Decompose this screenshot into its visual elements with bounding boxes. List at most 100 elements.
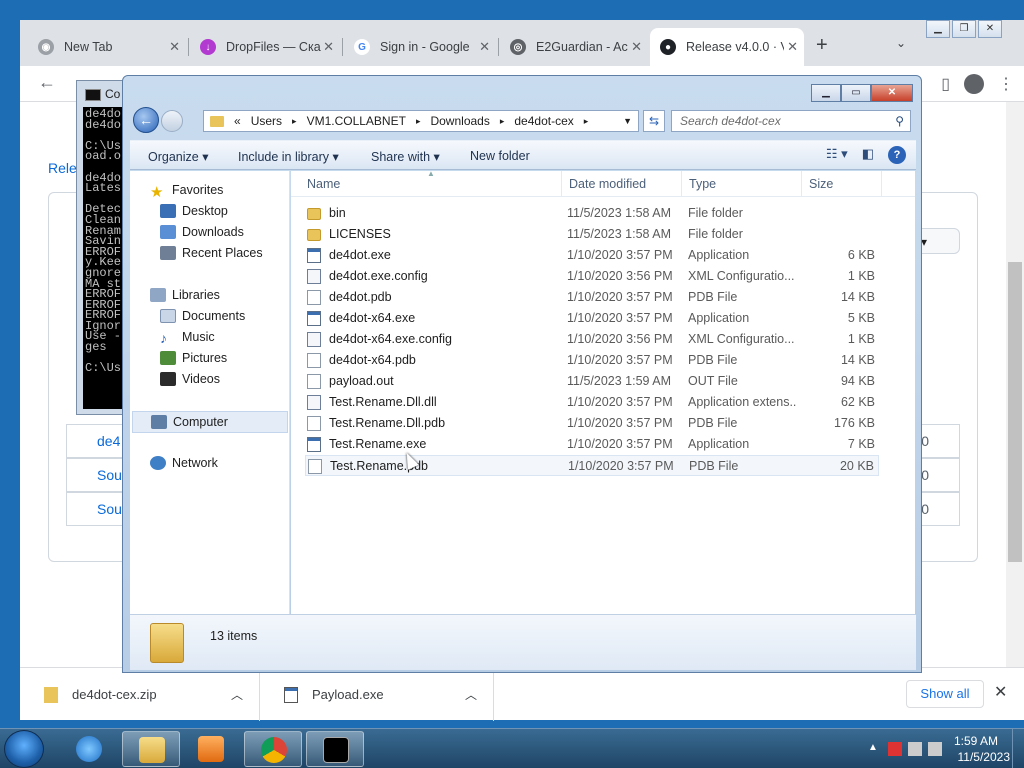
show-desktop-button[interactable] bbox=[1012, 729, 1024, 768]
organize-menu[interactable]: Organize ▾ bbox=[148, 149, 208, 164]
file-row[interactable]: LICENSES 11/5/2023 1:58 AM File folder bbox=[305, 224, 879, 245]
breadcrumb-downloads[interactable]: Downloads bbox=[430, 114, 489, 128]
nav-pictures[interactable]: Pictures bbox=[160, 351, 227, 365]
file-row[interactable]: de4dot-x64.exe.config 1/10/2020 3:56 PM XM… bbox=[305, 329, 879, 350]
breadcrumb-users[interactable]: Users bbox=[251, 114, 282, 128]
chevron-up-icon[interactable]: ︿ bbox=[231, 686, 243, 703]
maximize-icon[interactable]: ▭ bbox=[841, 84, 871, 102]
column-date[interactable]: Date modified bbox=[569, 177, 646, 191]
file-row[interactable]: payload.out 11/5/2023 1:59 AM OUT File 94 K… bbox=[305, 371, 879, 392]
minimize-icon[interactable]: ▁ bbox=[926, 20, 950, 38]
search-icon[interactable]: ⚲ bbox=[895, 114, 904, 128]
download-item-exe[interactable]: Payload.exe ︿ bbox=[260, 668, 494, 721]
network-icon[interactable] bbox=[908, 742, 922, 756]
nav-recent-places[interactable]: Recent Places bbox=[160, 246, 263, 260]
back-arrow-icon[interactable]: ← bbox=[133, 107, 159, 133]
start-button[interactable] bbox=[4, 730, 44, 768]
tab-e2guardian[interactable]: ◎ E2Guardian - Ac ✕ bbox=[500, 28, 648, 66]
breadcrumb[interactable]: Rele bbox=[48, 160, 77, 176]
tab-github-release[interactable]: ● Release v4.0.0 · V ✕ bbox=[650, 28, 804, 66]
column-separator[interactable] bbox=[681, 171, 682, 197]
asset-link[interactable]: Sou bbox=[97, 467, 122, 483]
close-icon[interactable]: ✕ bbox=[787, 39, 798, 55]
minimize-icon[interactable]: ▁ bbox=[811, 84, 841, 102]
profile-avatar[interactable] bbox=[964, 74, 984, 94]
close-icon[interactable]: ✕ bbox=[631, 39, 642, 55]
column-type[interactable]: Type bbox=[689, 177, 716, 191]
nav-downloads[interactable]: Downloads bbox=[160, 225, 244, 239]
asset-link[interactable]: de4 bbox=[97, 433, 120, 449]
address-bar[interactable]: « Users ▸ VM1.COLLABNET ▸ Downloads ▸ de… bbox=[203, 110, 639, 132]
search-input[interactable]: Search de4dot-cex ⚲ bbox=[671, 110, 911, 132]
breadcrumb-de4dot-cex[interactable]: de4dot-cex bbox=[514, 114, 573, 128]
new-tab-button[interactable]: + bbox=[816, 34, 828, 57]
taskbar-chrome[interactable] bbox=[244, 731, 302, 767]
close-icon[interactable]: ✕ bbox=[994, 682, 1007, 702]
nav-libraries[interactable]: Libraries bbox=[150, 288, 220, 302]
file-row[interactable]: bin 11/5/2023 1:58 AM File folder bbox=[305, 203, 879, 224]
nav-documents[interactable]: Documents bbox=[160, 309, 245, 323]
nav-computer[interactable]: Computer bbox=[132, 411, 288, 433]
tab-new-tab[interactable]: ◉ New Tab ✕ bbox=[28, 28, 186, 66]
column-separator[interactable] bbox=[881, 171, 882, 197]
close-icon[interactable]: ✕ bbox=[871, 84, 913, 102]
nav-network[interactable]: Network bbox=[150, 456, 218, 470]
file-row[interactable]: de4dot.exe.config 1/10/2020 3:56 PM XML Co… bbox=[305, 266, 879, 287]
file-row[interactable]: Test.Rename.Dll.pdb 1/10/2020 3:57 PM PDB … bbox=[305, 413, 879, 434]
forward-arrow-icon[interactable] bbox=[161, 110, 183, 132]
clock-date[interactable]: 11/5/2023 bbox=[958, 750, 1011, 764]
file-row[interactable]: de4dot.pdb 1/10/2020 3:57 PM PDB File 14 KB bbox=[305, 287, 879, 308]
action-center-icon[interactable] bbox=[888, 742, 902, 756]
asset-link[interactable]: Sou bbox=[97, 501, 122, 517]
preview-pane-icon[interactable]: ◧ bbox=[862, 146, 874, 164]
nav-videos[interactable]: Videos bbox=[160, 372, 220, 386]
chevron-right-icon[interactable]: ▸ bbox=[292, 116, 297, 127]
close-icon[interactable]: ✕ bbox=[323, 39, 334, 55]
column-separator[interactable] bbox=[561, 171, 562, 197]
chevron-down-icon[interactable]: ⌄ bbox=[896, 36, 906, 50]
view-options-icon[interactable]: ☷ ▾ bbox=[826, 146, 848, 164]
refresh-icon[interactable]: ⇆ bbox=[643, 110, 665, 132]
breadcrumb-overflow[interactable]: « bbox=[234, 114, 241, 128]
taskbar-explorer[interactable] bbox=[122, 731, 180, 767]
taskbar-cmd[interactable] bbox=[306, 731, 364, 767]
chevron-right-icon[interactable]: ▸ bbox=[584, 116, 589, 127]
back-arrow-icon[interactable]: ← bbox=[38, 72, 56, 93]
file-row[interactable]: de4dot-x64.exe 1/10/2020 3:57 PM Applicati… bbox=[305, 308, 879, 329]
file-row[interactable]: Test.Rename.pdb 1/10/2020 3:57 PM PDB File… bbox=[305, 455, 879, 476]
clock-time[interactable]: 1:59 AM bbox=[954, 734, 998, 748]
restore-icon[interactable]: ❐ bbox=[952, 20, 976, 38]
show-all-button[interactable]: Show all bbox=[906, 680, 984, 708]
tab-dropfiles[interactable]: ↓ DropFiles — Ска ✕ bbox=[190, 28, 340, 66]
chevron-down-icon[interactable]: ▼ bbox=[623, 116, 632, 126]
column-size[interactable]: Size bbox=[809, 177, 833, 191]
share-with-menu[interactable]: Share with ▾ bbox=[371, 149, 440, 164]
page-scrollbar[interactable] bbox=[1006, 102, 1024, 667]
include-in-library-menu[interactable]: Include in library ▾ bbox=[238, 149, 339, 164]
nav-favorites[interactable]: ★ Favorites bbox=[150, 183, 223, 201]
tab-google-signin[interactable]: G Sign in - Google ✕ bbox=[344, 28, 496, 66]
volume-icon[interactable] bbox=[928, 742, 942, 756]
new-folder-button[interactable]: New folder bbox=[470, 149, 530, 163]
side-panel-icon[interactable]: ▯ bbox=[941, 74, 950, 94]
taskbar-ie[interactable] bbox=[60, 731, 118, 767]
close-icon[interactable]: ✕ bbox=[978, 20, 1002, 38]
file-row[interactable]: Test.Rename.Dll.dll 1/10/2020 3:57 PM Appl… bbox=[305, 392, 879, 413]
scrollbar-thumb[interactable] bbox=[1008, 262, 1022, 562]
chevron-up-icon[interactable]: ︿ bbox=[465, 686, 477, 703]
nav-desktop[interactable]: Desktop bbox=[160, 204, 228, 218]
column-separator[interactable] bbox=[801, 171, 802, 197]
breadcrumb-vm1[interactable]: VM1.COLLABNET bbox=[307, 114, 406, 128]
download-item-zip[interactable]: de4dot-cex.zip ︿ bbox=[20, 668, 260, 721]
close-icon[interactable]: ✕ bbox=[169, 39, 180, 55]
close-icon[interactable]: ✕ bbox=[479, 39, 490, 55]
chevron-up-icon[interactable]: ▲ bbox=[868, 742, 882, 756]
file-row[interactable]: de4dot.exe 1/10/2020 3:57 PM Application 6 … bbox=[305, 245, 879, 266]
help-icon[interactable]: ? bbox=[888, 146, 906, 164]
file-row[interactable]: de4dot-x64.pdb 1/10/2020 3:57 PM PDB File 1… bbox=[305, 350, 879, 371]
menu-icon[interactable]: ⋮ bbox=[998, 74, 1014, 94]
chevron-right-icon[interactable]: ▸ bbox=[500, 116, 505, 127]
chevron-right-icon[interactable]: ▸ bbox=[416, 116, 421, 127]
file-row[interactable]: Test.Rename.exe 1/10/2020 3:57 PM Applicat… bbox=[305, 434, 879, 455]
nav-music[interactable]: ♪ Music bbox=[160, 330, 215, 346]
